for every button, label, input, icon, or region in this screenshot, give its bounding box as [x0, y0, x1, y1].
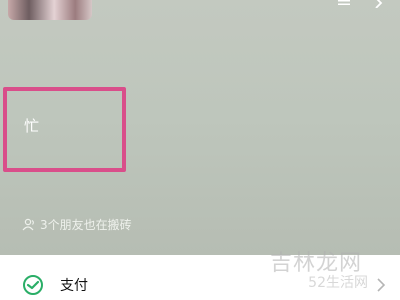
- pay-icon: [0, 274, 44, 296]
- highlight-box: [3, 87, 126, 172]
- pay-label: 支付: [60, 278, 88, 294]
- more-icon[interactable]: [336, 0, 352, 10]
- friends-text: 3个朋友也在搬砖: [40, 218, 132, 232]
- friends-icon: [22, 218, 36, 232]
- chevron-right-icon: [376, 278, 386, 296]
- chevron-right-icon[interactable]: [372, 0, 386, 10]
- avatar[interactable]: [8, 0, 92, 20]
- friends-line[interactable]: 3个朋友也在搬砖: [22, 216, 132, 233]
- watermark-subtext: 52生活网: [308, 275, 368, 291]
- status-header: 忙 3个朋友也在搬砖: [0, 0, 400, 255]
